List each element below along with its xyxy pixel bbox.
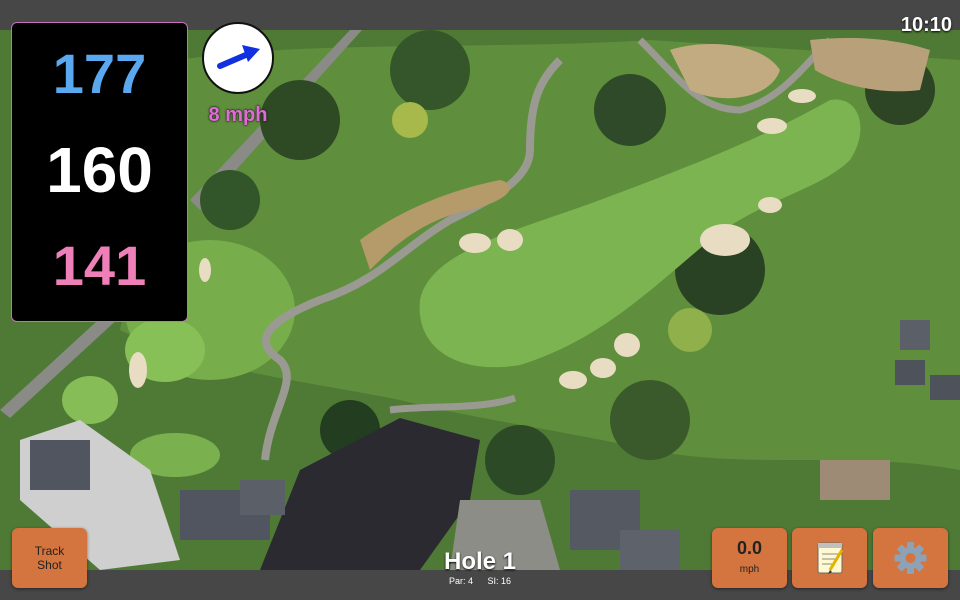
back-yardage: 177	[52, 42, 147, 105]
track-shot-button[interactable]: Track Shot	[12, 528, 87, 588]
yardage-panel: 177 160 141	[11, 22, 188, 322]
gear-icon	[894, 542, 927, 574]
status-clock: 10:10	[900, 14, 952, 36]
speed-unit: mph	[739, 564, 760, 575]
front-yardage: 141	[52, 234, 147, 297]
settings-button[interactable]	[873, 528, 948, 588]
speed-button[interactable]: 0.0 mph	[712, 528, 787, 588]
notepad-icon	[817, 542, 844, 574]
track-shot-label-line2: Shot	[37, 558, 62, 572]
arrow-northeast-icon	[217, 45, 260, 69]
hole-title: Hole 1	[443, 548, 517, 575]
hole-stroke-index: SI: 16	[487, 576, 512, 586]
speed-value: 0.0	[736, 538, 763, 558]
hole-par: Par: 4	[448, 576, 473, 586]
wind-speed-label: 8 mph	[208, 104, 268, 126]
middle-yardage: 160	[46, 134, 153, 206]
track-shot-label-line1: Track	[34, 544, 65, 558]
wind-indicator	[202, 22, 274, 94]
hole-meta: Par: 4 SI: 16	[380, 576, 580, 586]
notes-button[interactable]	[792, 528, 867, 588]
